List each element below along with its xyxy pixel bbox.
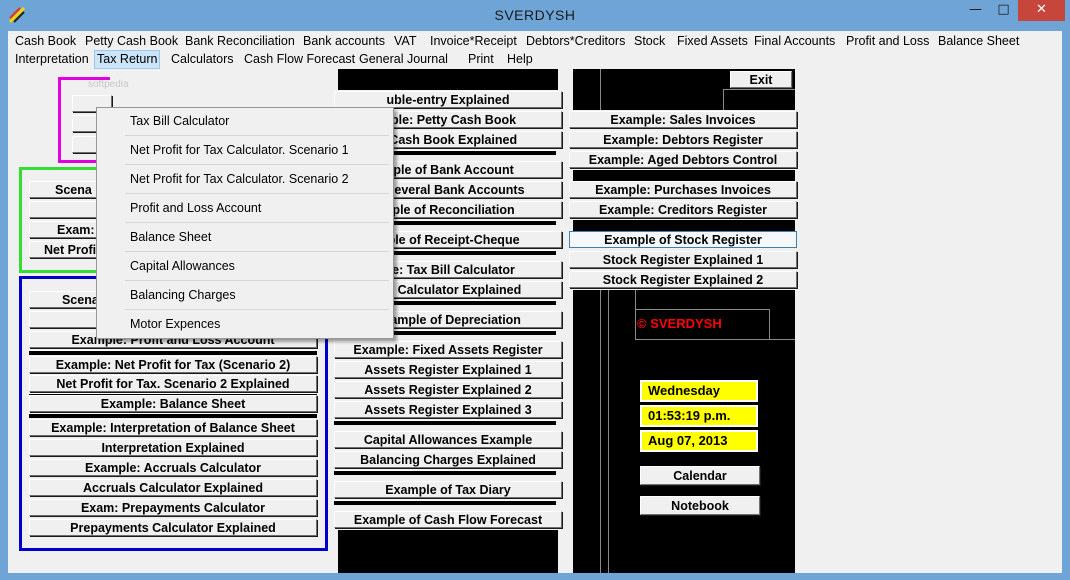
black-panel (573, 170, 795, 181)
net-profit-tax-explained-button[interactable]: Net Profit for Tax. Scenario 2 Explained (29, 375, 317, 392)
dropdown-capital-allowances[interactable]: Capital Allowances (97, 253, 391, 281)
menu-stock[interactable]: Stock (632, 33, 667, 50)
maximize-button[interactable]: □ (990, 0, 1017, 21)
dropdown-item-label: Profit and Loss Account (130, 201, 262, 215)
example-fixed-assets-register-button[interactable]: Example: Fixed Assets Register (334, 341, 562, 358)
double-entry-explained-button[interactable]: uble-entry Explained (334, 91, 562, 108)
example-debtors-register-button[interactable]: Example: Debtors Register (569, 131, 797, 148)
example-creditors-register-button[interactable]: Example: Creditors Register (569, 201, 797, 218)
assets-register-explained-1-button[interactable]: Assets Register Explained 1 (334, 361, 562, 378)
dropdown-profit-and-loss-account[interactable]: Profit and Loss Account (97, 195, 391, 223)
menu-debtors-creditors[interactable]: Debtors*Creditors (524, 33, 627, 50)
panel-line (608, 290, 609, 573)
example-stock-register-button[interactable]: Example of Stock Register (569, 231, 797, 248)
dropdown-item-label: Tax Bill Calculator (130, 114, 230, 128)
menu-calculators[interactable]: Calculators (169, 51, 236, 68)
prepayments-explained-button[interactable]: Prepayments Calculator Explained (29, 519, 317, 536)
menu-tax-return[interactable]: Tax Return (93, 50, 161, 69)
stock-register-explained-1-button[interactable]: Stock Register Explained 1 (569, 251, 797, 268)
assets-register-explained-2-button[interactable]: Assets Register Explained 2 (334, 381, 562, 398)
close-button[interactable]: ✕ (1018, 0, 1065, 21)
menu-print[interactable]: Print (466, 51, 496, 68)
capital-allowances-example-button[interactable]: Capital Allowances Example (334, 431, 562, 448)
example-balance-sheet-button[interactable]: Example: Balance Sheet (29, 395, 317, 412)
maximize-icon: □ (997, 2, 1010, 17)
panel-line (635, 339, 795, 340)
balancing-charges-explained-button[interactable]: Balancing Charges Explained (334, 451, 562, 468)
app-window: SVERDYSH — □ ✕ Cash Book Petty Cash Book… (0, 0, 1070, 580)
example-tax-diary-button[interactable]: Example of Tax Diary (334, 481, 562, 498)
panel-line (635, 290, 636, 340)
client-area: Cash Book Petty Cash Book Bank Reconcili… (8, 31, 1062, 573)
notebook-button[interactable]: Notebook (640, 496, 760, 515)
exam-prepayments-button[interactable]: Exam: Prepayments Calculator (29, 499, 317, 516)
menu-cash-book[interactable]: Cash Book (13, 33, 78, 50)
dropdown-item-label: Balance Sheet (130, 230, 212, 244)
example-interpretation-button[interactable]: Example: Interpretation of Balance Sheet (29, 419, 317, 436)
panel-line (635, 309, 769, 310)
black-panel (338, 530, 558, 573)
panel-line (600, 290, 601, 573)
exit-button[interactable]: Exit (730, 71, 792, 88)
dropdown-item-label: Capital Allowances (130, 259, 235, 273)
separator (29, 350, 317, 355)
main-area: softpedia Scena Exam: Net Profi Scenario… (8, 69, 1062, 573)
menu-invoice-receipt[interactable]: Invoice*Receipt (428, 33, 519, 50)
separator (334, 470, 556, 475)
example-net-profit-tax-button[interactable]: Example: Net Profit for Tax (Scenario 2) (29, 356, 317, 373)
menu-final-accounts[interactable]: Final Accounts (752, 33, 837, 50)
example-accruals-button[interactable]: Example: Accruals Calculator (29, 459, 317, 476)
menu-profit-and-loss[interactable]: Profit and Loss (844, 33, 931, 50)
dropdown-net-profit-scenario-1[interactable]: Net Profit for Tax Calculator. Scenario … (97, 137, 391, 165)
dropdown-item-label: Net Profit for Tax Calculator. Scenario … (130, 143, 349, 157)
calendar-button[interactable]: Calendar (640, 466, 760, 485)
time-display: 01:53:19 p.m. (640, 405, 758, 427)
example-purchases-invoices-button[interactable]: Example: Purchases Invoices (569, 181, 797, 198)
day-display: Wednesday (640, 380, 758, 402)
title-bar[interactable]: SVERDYSH — □ ✕ (0, 0, 1070, 31)
assets-register-explained-3-button[interactable]: Assets Register Explained 3 (334, 401, 562, 418)
dropdown-tax-bill-calculator[interactable]: Tax Bill Calculator (97, 108, 391, 136)
dropdown-item-label: Net Profit for Tax Calculator. Scenario … (130, 172, 349, 186)
panel-line (769, 309, 770, 340)
separator (29, 413, 317, 418)
minimize-button[interactable]: — (962, 0, 989, 21)
separator (334, 420, 556, 425)
menu-fixed-assets[interactable]: Fixed Assets (675, 33, 750, 50)
date-display: Aug 07, 2013 (640, 430, 758, 452)
menu-interpretation[interactable]: Interpretation (13, 51, 91, 68)
close-icon: ✕ (1036, 2, 1047, 17)
menu-balance-sheet[interactable]: Balance Sheet (936, 33, 1021, 50)
interpretation-explained-button[interactable]: Interpretation Explained (29, 439, 317, 456)
black-panel (338, 69, 558, 90)
menu-general-journal[interactable]: General Journal (357, 51, 450, 68)
menu-petty-cash-book[interactable]: Petty Cash Book (83, 33, 180, 50)
minimize-icon: — (969, 2, 982, 17)
menu-bank-accounts[interactable]: Bank accounts (301, 33, 387, 50)
accruals-explained-button[interactable]: Accruals Calculator Explained (29, 479, 317, 496)
panel-line (723, 89, 724, 110)
panel-line (723, 89, 795, 90)
copyright-label: © SVERDYSH (637, 316, 722, 331)
example-cash-flow-forecast-button[interactable]: Example of Cash Flow Forecast (334, 511, 562, 528)
menu-vat[interactable]: VAT (392, 33, 418, 50)
window-title: SVERDYSH (494, 7, 576, 23)
dropdown-item-label: Motor Expences (130, 317, 221, 331)
tax-return-dropdown: Tax Bill Calculator Net Profit for Tax C… (96, 107, 394, 339)
dropdown-net-profit-scenario-2[interactable]: Net Profit for Tax Calculator. Scenario … (97, 166, 391, 194)
example-sales-invoices-button[interactable]: Example: Sales Invoices (569, 111, 797, 128)
menu-help[interactable]: Help (505, 51, 535, 68)
separator (334, 500, 556, 505)
stock-register-explained-2-button[interactable]: Stock Register Explained 2 (569, 271, 797, 288)
dropdown-motor-expences[interactable]: Motor Expences (97, 311, 391, 339)
dropdown-item-label: Balancing Charges (130, 288, 236, 302)
panel-line (600, 69, 601, 110)
menu-bar: Cash Book Petty Cash Book Bank Reconcili… (8, 31, 1062, 69)
black-panel (573, 220, 795, 231)
menu-cash-flow-forecast[interactable]: Cash Flow Forecast (242, 51, 357, 68)
example-aged-debtors-control-button[interactable]: Example: Aged Debtors Control (569, 151, 797, 168)
menu-bank-reconciliation[interactable]: Bank Reconciliation (183, 33, 297, 50)
dropdown-balancing-charges[interactable]: Balancing Charges (97, 282, 391, 310)
dropdown-balance-sheet[interactable]: Balance Sheet (97, 224, 391, 252)
